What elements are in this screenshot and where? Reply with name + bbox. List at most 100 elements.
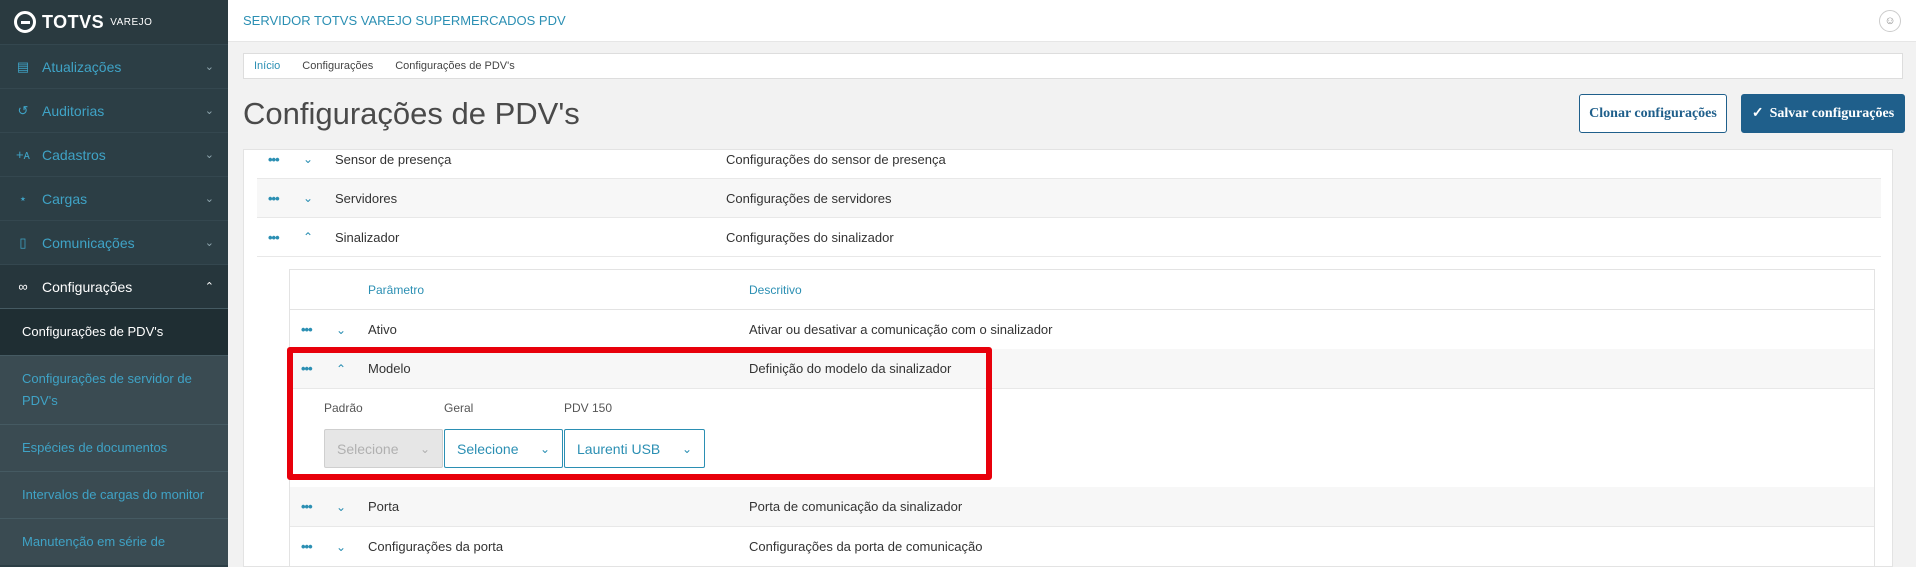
row-name: Servidores (335, 190, 398, 206)
field-label: Padrão (324, 401, 363, 415)
submenu-item-especies-documentos[interactable]: Espécies de documentos (0, 424, 228, 471)
breadcrumb-inicio[interactable]: Início (252, 60, 292, 72)
more-options-icon[interactable]: ••• (268, 191, 284, 206)
chevron-up-icon[interactable]: ⌃ (336, 362, 350, 376)
chevron-down-icon: ⌄ (204, 193, 214, 205)
submenu-item-configuracoes-pdv[interactable]: Configurações de PDV's (0, 308, 228, 355)
chevron-down-icon[interactable]: ⌄ (303, 152, 317, 166)
clone-configurations-button[interactable]: Clonar configurações (1579, 94, 1727, 133)
chevron-down-icon[interactable]: ⌄ (303, 191, 317, 205)
row-name: Porta (368, 499, 400, 514)
more-options-icon[interactable]: ••• (268, 230, 284, 245)
row-desc: Configurações de servidores (726, 190, 892, 206)
pdv-150-select[interactable]: Laurenti USB ⌄ (564, 429, 705, 468)
add-user-icon: +ᴀ (15, 147, 31, 162)
field-label: PDV 150 (564, 401, 613, 415)
more-options-icon[interactable]: ••• (301, 361, 317, 376)
sidebar-item-auditorias[interactable]: ↺ Auditorias ⌄ (0, 88, 228, 132)
chevron-down-icon: ⌄ (419, 441, 430, 456)
field-pdv-150: PDV 150 Laurenti USB ⌄ (564, 401, 705, 468)
row-desc: Definição do modelo da sinalizador (749, 361, 952, 376)
select-value: Selecione (457, 440, 519, 457)
chevron-down-icon[interactable]: ⌄ (336, 500, 350, 514)
sidebar-item-label: Atualizações (42, 58, 122, 75)
configuracoes-submenu: Configurações de PDV's Configurações de … (0, 308, 228, 565)
more-options-icon[interactable]: ••• (301, 499, 317, 514)
sidebar-item-label: Configurações (42, 278, 133, 295)
row-name: Modelo (368, 361, 411, 376)
sidebar-item-cadastros[interactable]: +ᴀ Cadastros ⌄ (0, 132, 228, 176)
submenu-item-manutencao-serie[interactable]: Manutenção em série de (0, 518, 228, 565)
card-icon: ▤ (16, 58, 30, 74)
row-desc: Configurações da porta de comunicação (749, 539, 983, 554)
table-row[interactable]: ••• ⌃ Modelo Definição do modelo da sina… (290, 349, 1874, 389)
brand-name: TOTVS (42, 11, 105, 32)
breadcrumb-configuracoes-pdv: Configurações de PDV's (395, 60, 515, 72)
row-name: Ativo (368, 322, 397, 337)
row-desc: Ativar ou desativar a comunicação com o … (749, 322, 1053, 337)
chevron-down-icon: ⌄ (204, 105, 214, 117)
padrao-select: Selecione ⌄ (324, 429, 443, 468)
check-icon: ✓ (1751, 106, 1764, 121)
submenu-item-intervalos-cargas[interactable]: Intervalos de cargas do monitor (0, 471, 228, 518)
modelo-detail-panel: Padrão Selecione ⌄ Geral Selecione ⌄ PDV… (290, 389, 1874, 487)
more-options-icon[interactable]: ••• (301, 539, 317, 554)
row-name: Sensor de presença (335, 151, 452, 167)
breadcrumb-configuracoes[interactable]: Configurações (292, 60, 385, 72)
sidebar-item-cargas[interactable]: ⋆ Cargas ⌄ (0, 176, 228, 220)
table-row[interactable]: ••• ⌄ Sensor de presença Configurações d… (257, 150, 1881, 179)
save-configurations-label: Salvar configurações (1769, 105, 1895, 121)
field-label: Geral (444, 401, 474, 415)
breadcrumb: Início Configurações Configurações de PD… (243, 53, 1903, 79)
page-title: Configurações de PDV's (243, 96, 580, 131)
table-row[interactable]: ••• ⌄ Ativo Ativar ou desativar a comuni… (290, 310, 1874, 350)
sidebar-item-configuracoes[interactable]: ∞ Configurações ⌃ (0, 264, 228, 308)
link-icon: ∞ (18, 279, 28, 294)
sidebar-item-label: Comunicações (42, 234, 135, 251)
device-icon: ▯ (19, 234, 27, 250)
more-options-icon[interactable]: ••• (268, 152, 284, 167)
sidebar-item-label: Cargas (42, 190, 88, 207)
table-row[interactable]: ••• ⌃ Sinalizador Configurações do sinal… (257, 218, 1881, 257)
row-desc: Porta de comunicação da sinalizador (749, 499, 963, 514)
field-geral: Geral Selecione ⌄ (444, 401, 563, 468)
column-header-parametro: Parâmetro (368, 283, 425, 297)
main-content: SERVIDOR TOTVS VAREJO SUPERMERCADOS PDV … (228, 0, 1916, 567)
chevron-down-icon[interactable]: ⌄ (336, 540, 350, 554)
brand-sub: VAREJO (110, 16, 153, 28)
save-configurations-button[interactable]: ✓ Salvar configurações (1741, 94, 1905, 133)
share-icon: ⋆ (18, 190, 28, 206)
chevron-down-icon: ⌄ (681, 441, 692, 456)
user-icon[interactable]: ☺ (1879, 9, 1901, 32)
configurations-table: ••• ⌄ Sensor de presença Configurações d… (243, 149, 1893, 567)
select-value: Laurenti USB (577, 440, 661, 457)
chevron-down-icon: ⌄ (204, 61, 214, 73)
sidebar-item-atualizacoes[interactable]: ▤ Atualizações ⌄ (0, 44, 228, 88)
chevron-down-icon: ⌄ (539, 441, 550, 456)
topbar: SERVIDOR TOTVS VAREJO SUPERMERCADOS PDV … (228, 0, 1916, 42)
chevron-down-icon: ⌄ (204, 149, 214, 161)
column-header-descritivo: Descritivo (749, 283, 802, 297)
submenu-item-configuracoes-servidor[interactable]: Configurações de servidor de PDV's (0, 355, 228, 424)
select-value: Selecione (337, 440, 399, 457)
field-padrao: Padrão Selecione ⌄ (324, 401, 443, 468)
row-name: Sinalizador (335, 229, 400, 245)
chevron-down-icon[interactable]: ⌄ (336, 323, 350, 337)
sinalizador-subtable: Parâmetro Descritivo ••• ⌄ Ativo Ativar … (289, 269, 1875, 566)
more-options-icon[interactable]: ••• (301, 322, 317, 337)
brand-logo[interactable]: TOTVS VAREJO (0, 0, 228, 44)
chevron-up-icon[interactable]: ⌃ (303, 230, 317, 244)
table-row[interactable]: ••• ⌄ Configurações da porta Configuraçõ… (290, 527, 1874, 566)
sidebar-item-label: Cadastros (42, 146, 106, 163)
table-row[interactable]: ••• ⌄ Servidores Configurações de servid… (257, 179, 1881, 218)
geral-select[interactable]: Selecione ⌄ (444, 429, 563, 468)
sidebar: TOTVS VAREJO ▤ Atualizações ⌄ ↺ Auditori… (0, 0, 228, 567)
sidebar-item-comunicacoes[interactable]: ▯ Comunicações ⌄ (0, 220, 228, 264)
chevron-down-icon: ⌄ (204, 237, 214, 249)
row-desc: Configurações do sensor de presença (726, 151, 946, 167)
table-row[interactable]: ••• ⌄ Porta Porta de comunicação da sina… (290, 487, 1874, 527)
row-desc: Configurações do sinalizador (726, 229, 894, 245)
totvs-logo-icon (14, 11, 36, 33)
chevron-up-icon: ⌃ (204, 281, 214, 293)
history-icon: ↺ (17, 102, 29, 118)
